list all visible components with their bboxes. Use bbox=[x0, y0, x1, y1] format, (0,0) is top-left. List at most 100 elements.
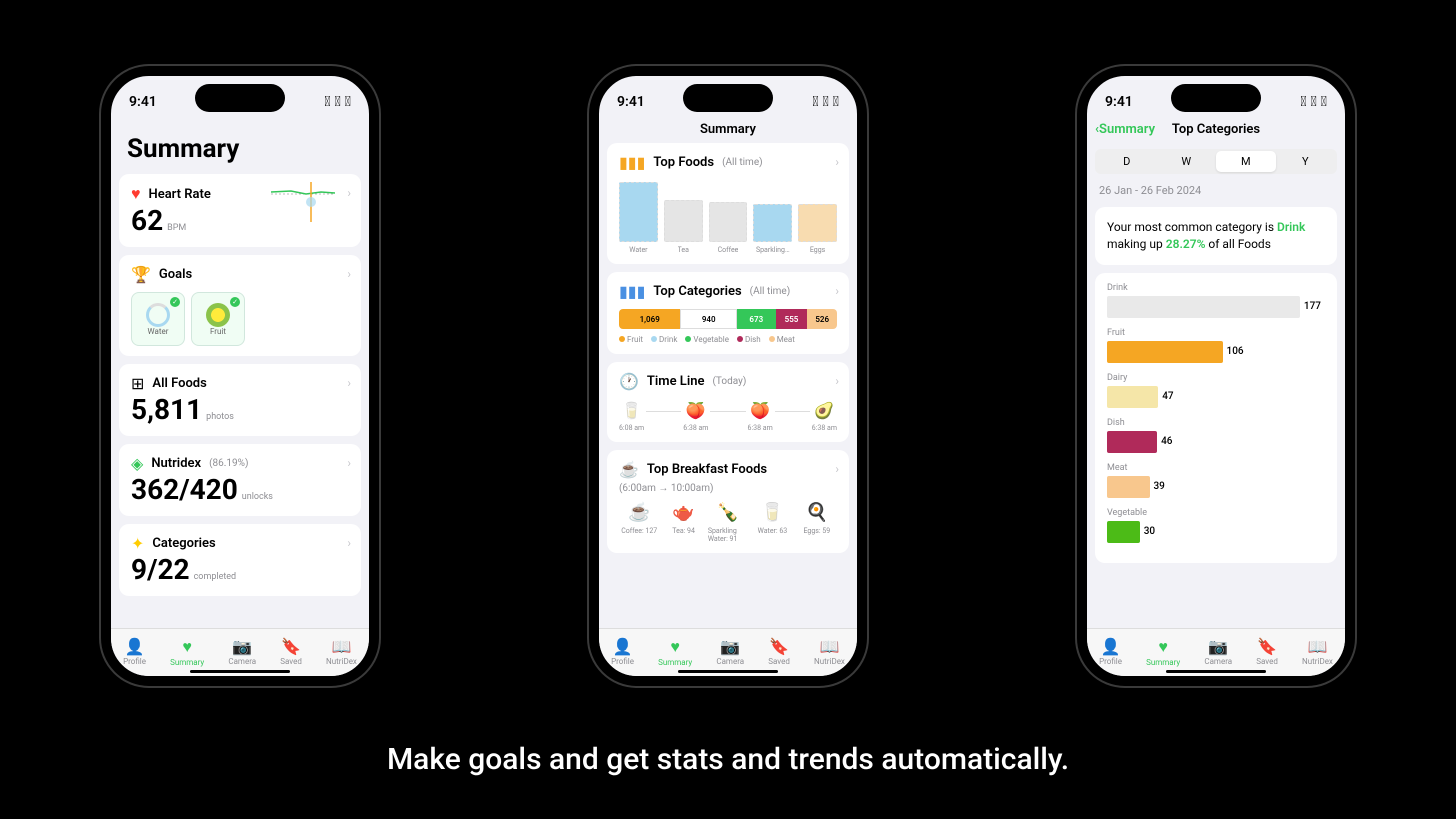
top-food-bar: Coffee bbox=[709, 202, 748, 254]
goals-label: Goals bbox=[159, 267, 192, 282]
nutridex-card[interactable]: ◈ Nutridex (86.19%) › 362/420unlocks bbox=[119, 444, 361, 516]
category-bar-row: Dish46 bbox=[1107, 418, 1325, 453]
goals-card[interactable]: 🏆 Goals › ✓ Water ✓ Fruit bbox=[119, 255, 361, 356]
bookmark-icon: 🔖 bbox=[1257, 637, 1277, 656]
segment-y[interactable]: Y bbox=[1276, 151, 1336, 172]
chevron-right-icon: › bbox=[347, 376, 351, 390]
time-range-segmented-control[interactable]: DWMY bbox=[1095, 149, 1337, 174]
home-indicator[interactable] bbox=[678, 670, 778, 673]
timeline-time: 6:38 am bbox=[683, 424, 708, 432]
grid-icon: ⊞ bbox=[131, 374, 144, 393]
tab-profile[interactable]: 👤Profile bbox=[123, 637, 146, 666]
tab-camera[interactable]: 📷Camera bbox=[228, 637, 256, 666]
legend-item: Drink bbox=[651, 335, 677, 344]
timeline-connector bbox=[646, 411, 681, 412]
home-indicator[interactable] bbox=[1166, 670, 1266, 673]
insight-card: Your most common category is Drink makin… bbox=[1095, 207, 1337, 265]
heart-icon: ♥ bbox=[182, 637, 192, 657]
camera-icon: 📷 bbox=[720, 637, 740, 656]
tab-bar: 👤Profile ♥Summary 📷Camera 🔖Saved 📖NutriD… bbox=[599, 628, 857, 676]
bar-fill bbox=[619, 182, 658, 242]
all-foods-card[interactable]: ⊞ All Foods › 5,811photos bbox=[119, 364, 361, 436]
category-bar-fill bbox=[1107, 476, 1150, 498]
heart-icon: ♥ bbox=[1158, 637, 1168, 657]
person-icon: 👤 bbox=[1101, 637, 1121, 656]
status-icons: 􀙇 􀙈 􀛨 bbox=[324, 94, 351, 110]
breakfast-item: 🍾Sparkling Water: 91 bbox=[708, 502, 748, 543]
legend-item: Vegetable bbox=[685, 335, 729, 344]
category-bar-value: 46 bbox=[1161, 436, 1172, 447]
tab-saved[interactable]: 🔖Saved bbox=[768, 637, 790, 666]
tab-nutridex[interactable]: 📖NutriDex bbox=[1302, 637, 1333, 666]
phone-summary-overview: 9:41 􀙇 􀙈 􀛨 Summary ♥ Heart Rate › bbox=[101, 66, 379, 686]
breakfast-item-label: Tea: 94 bbox=[672, 527, 695, 535]
dex-icon: 📖 bbox=[1308, 637, 1328, 656]
bar-chart-icon: ▮▮▮ bbox=[619, 282, 645, 301]
top-categories-card[interactable]: ▮▮▮ Top Categories (All time) › 1,069940… bbox=[607, 272, 849, 354]
category-bar-fill bbox=[1107, 296, 1300, 318]
fruit-ring-icon bbox=[206, 303, 230, 327]
food-emoji: 🍑 bbox=[750, 401, 770, 420]
food-emoji: 🍑 bbox=[686, 401, 706, 420]
breakfast-item: ☕Coffee: 127 bbox=[619, 502, 659, 543]
legend-dot bbox=[685, 336, 691, 342]
tab-nutridex[interactable]: 📖NutriDex bbox=[814, 637, 845, 666]
chevron-right-icon: › bbox=[347, 267, 351, 281]
categories-card[interactable]: ✦ Categories › 9/22completed bbox=[119, 524, 361, 596]
tab-summary[interactable]: ♥Summary bbox=[1146, 637, 1180, 667]
food-emoji: 🫖 bbox=[672, 502, 694, 523]
wifi-icon: 􀙈 bbox=[1311, 94, 1317, 110]
timeline-range: (Today) bbox=[712, 376, 746, 387]
nutridex-pct: (86.19%) bbox=[209, 458, 248, 469]
tab-summary[interactable]: ♥Summary bbox=[170, 637, 204, 667]
legend-dot bbox=[651, 336, 657, 342]
category-bar-label: Drink bbox=[1107, 283, 1325, 293]
heart-rate-card[interactable]: ♥ Heart Rate › 62BPM bbox=[119, 174, 361, 247]
breakfast-item: 🥛Water: 63 bbox=[752, 502, 792, 543]
timeline-time: 6:08 am bbox=[619, 424, 644, 432]
goal-badges: ✓ Water ✓ Fruit bbox=[131, 292, 349, 346]
legend-dot bbox=[737, 336, 743, 342]
tab-profile[interactable]: 👤Profile bbox=[611, 637, 634, 666]
breakfast-card[interactable]: ☕ Top Breakfast Foods › (6:00am → 10:00a… bbox=[607, 450, 849, 553]
stacked-segment: 555 bbox=[776, 309, 808, 329]
segment-w[interactable]: W bbox=[1157, 151, 1217, 172]
tab-saved[interactable]: 🔖Saved bbox=[1256, 637, 1278, 666]
food-emoji: 🥛 bbox=[622, 401, 642, 420]
breakfast-range: (6:00am → 10:00am) bbox=[619, 483, 837, 494]
home-indicator[interactable] bbox=[190, 670, 290, 673]
stacked-segment: 940 bbox=[680, 309, 737, 329]
food-emoji: 🍾 bbox=[717, 502, 739, 523]
categories-bar-chart: Drink177Fruit106Dairy47Dish46Meat39Veget… bbox=[1095, 273, 1337, 563]
top-categories-legend: FruitDrinkVegetableDishMeat bbox=[619, 335, 837, 344]
legend-item: Meat bbox=[769, 335, 795, 344]
timeline-card[interactable]: 🕐 Time Line (Today) › 🥛6:08 am🍑6:38 am🍑6… bbox=[607, 362, 849, 442]
tab-camera[interactable]: 📷Camera bbox=[716, 637, 744, 666]
segment-d[interactable]: D bbox=[1097, 151, 1157, 172]
tab-camera[interactable]: 📷Camera bbox=[1204, 637, 1232, 666]
signal-icon: 􀙇 bbox=[812, 94, 818, 110]
top-foods-card[interactable]: ▮▮▮ Top Foods (All time) › WaterTeaCoffe… bbox=[607, 143, 849, 264]
goal-badge-water[interactable]: ✓ Water bbox=[131, 292, 185, 346]
top-food-bar: Tea bbox=[664, 200, 703, 254]
all-foods-unit: photos bbox=[206, 412, 234, 422]
category-bar-label: Vegetable bbox=[1107, 508, 1325, 518]
segment-m[interactable]: M bbox=[1216, 151, 1276, 172]
nav-title: Summary bbox=[700, 122, 756, 137]
heart-rate-value: 62 bbox=[131, 204, 163, 237]
timeline-label: Time Line bbox=[647, 374, 705, 389]
back-button[interactable]: ‹ Summary bbox=[1095, 122, 1155, 137]
tab-saved[interactable]: 🔖Saved bbox=[280, 637, 302, 666]
tab-summary[interactable]: ♥Summary bbox=[658, 637, 692, 667]
tab-nutridex[interactable]: 📖NutriDex bbox=[326, 637, 357, 666]
breakfast-item: 🍳Eggs: 59 bbox=[797, 502, 837, 543]
tab-profile[interactable]: 👤Profile bbox=[1099, 637, 1122, 666]
goal-badge-fruit[interactable]: ✓ Fruit bbox=[191, 292, 245, 346]
category-bar-value: 177 bbox=[1304, 301, 1321, 312]
timeline-item: 🥑6:38 am bbox=[812, 401, 837, 432]
category-bar-fill bbox=[1107, 521, 1140, 543]
insight-text: Your most common category is Drink makin… bbox=[1107, 217, 1325, 255]
timeline-item: 🍑 6:38 am bbox=[683, 401, 708, 432]
timeline-item: 🥛 6:08 am bbox=[619, 401, 644, 432]
stacked-segment: 1,069 bbox=[619, 309, 680, 329]
